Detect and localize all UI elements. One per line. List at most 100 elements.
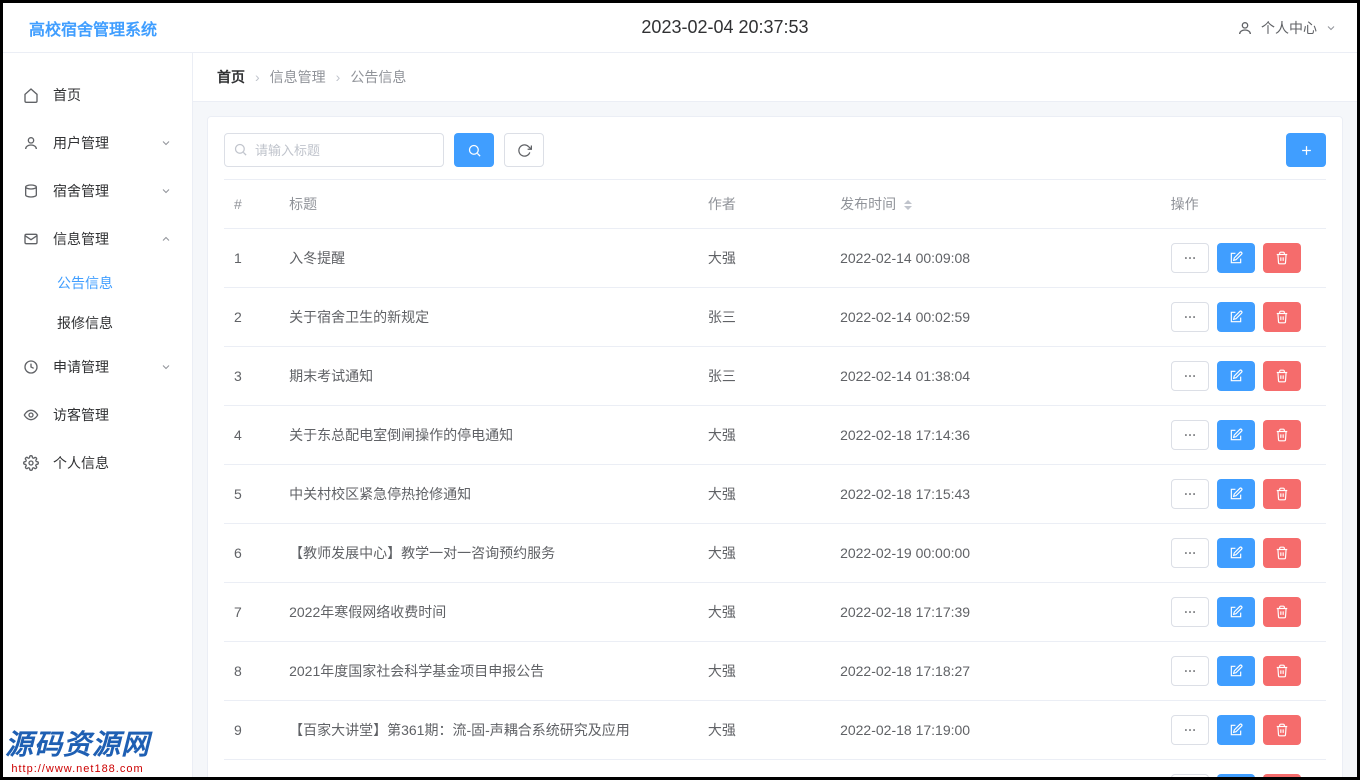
row-delete-button[interactable] (1263, 361, 1301, 391)
edit-icon (1229, 723, 1243, 737)
cell-title: 【教师发展中心】【课程思政】课程思政三问 (279, 760, 698, 780)
cell-title: 2021年度国家社会科学基金项目申报公告 (279, 642, 698, 701)
cell-actions (1161, 229, 1326, 288)
row-edit-button[interactable] (1217, 361, 1255, 391)
menu-info-mgmt-label: 信息管理 (53, 229, 109, 249)
row-edit-button[interactable] (1217, 715, 1255, 745)
plus-icon (1299, 143, 1314, 158)
menu-home[interactable]: 首页 (3, 71, 192, 119)
row-delete-button[interactable] (1263, 479, 1301, 509)
row-delete-button[interactable] (1263, 715, 1301, 745)
announcement-table: # 标题 作者 发布时间 操作 1入冬提醒大强2022-02-14 00:09:… (224, 179, 1326, 780)
row-more-button[interactable] (1171, 656, 1209, 686)
dorm-icon (23, 183, 39, 199)
cell-actions (1161, 465, 1326, 524)
header-datetime: 2023-02-04 20:37:53 (213, 17, 1237, 38)
menu-dorm-mgmt[interactable]: 宿舍管理 (3, 167, 192, 215)
row-more-button[interactable] (1171, 361, 1209, 391)
header-bar: 高校宿舍管理系统 2023-02-04 20:37:53 个人中心 (3, 3, 1357, 53)
submenu-repair[interactable]: 报修信息 (3, 303, 192, 343)
row-edit-button[interactable] (1217, 302, 1255, 332)
brand-title: 高校宿舍管理系统 (23, 16, 213, 40)
edit-icon (1229, 605, 1243, 619)
row-more-button[interactable] (1171, 243, 1209, 273)
cell-actions (1161, 406, 1326, 465)
search-input[interactable] (224, 133, 444, 167)
th-action: 操作 (1161, 180, 1326, 229)
chevron-down-icon (160, 137, 172, 149)
refresh-button[interactable] (504, 133, 544, 167)
menu-apply-mgmt[interactable]: 申请管理 (3, 343, 192, 391)
cell-title: 关于宿舍卫生的新规定 (279, 288, 698, 347)
th-index: # (224, 180, 279, 229)
cell-title: 【百家大讲堂】第361期：流-固-声耦合系统研究及应用 (279, 701, 698, 760)
cell-index: 1 (224, 229, 279, 288)
edit-icon (1229, 428, 1243, 442)
user-mgmt-icon (23, 135, 39, 151)
cell-title: 期末考试通知 (279, 347, 698, 406)
edit-icon (1229, 546, 1243, 560)
row-more-button[interactable] (1171, 715, 1209, 745)
row-edit-button[interactable] (1217, 774, 1255, 780)
breadcrumb: 首页 › 信息管理 › 公告信息 (193, 53, 1357, 102)
user-menu[interactable]: 个人中心 (1237, 18, 1337, 38)
trash-icon (1275, 664, 1289, 678)
cell-time: 2022-02-19 00:00:00 (830, 524, 1161, 583)
cell-actions (1161, 288, 1326, 347)
row-edit-button[interactable] (1217, 479, 1255, 509)
menu-profile[interactable]: 个人信息 (3, 439, 192, 487)
submenu-announcement[interactable]: 公告信息 (3, 263, 192, 303)
trash-icon (1275, 310, 1289, 324)
row-delete-button[interactable] (1263, 302, 1301, 332)
content-panel: # 标题 作者 发布时间 操作 1入冬提醒大强2022-02-14 00:09:… (207, 116, 1343, 780)
gear-icon (23, 455, 39, 471)
trash-icon (1275, 546, 1289, 560)
cell-time: 2022-02-18 17:19:00 (830, 701, 1161, 760)
sidebar: 首页 用户管理 宿舍管理 信息管理 (3, 53, 193, 777)
cell-title: 2022年寒假网络收费时间 (279, 583, 698, 642)
search-button[interactable] (454, 133, 494, 167)
cell-time: 2022-02-18 17:18:27 (830, 642, 1161, 701)
more-icon (1183, 428, 1197, 442)
row-more-button[interactable] (1171, 774, 1209, 780)
row-more-button[interactable] (1171, 420, 1209, 450)
row-edit-button[interactable] (1217, 597, 1255, 627)
row-edit-button[interactable] (1217, 538, 1255, 568)
breadcrumb-sep: › (255, 69, 260, 85)
menu-visitor-mgmt[interactable]: 访客管理 (3, 391, 192, 439)
refresh-icon (517, 143, 532, 158)
row-delete-button[interactable] (1263, 420, 1301, 450)
cell-time: 2022-02-18 17:19:21 (830, 760, 1161, 780)
table-row: 4关于东总配电室倒闸操作的停电通知大强2022-02-18 17:14:36 (224, 406, 1326, 465)
cell-author: 大强 (698, 760, 830, 780)
row-delete-button[interactable] (1263, 774, 1301, 780)
row-edit-button[interactable] (1217, 243, 1255, 273)
row-delete-button[interactable] (1263, 597, 1301, 627)
cell-title: 入冬提醒 (279, 229, 698, 288)
row-edit-button[interactable] (1217, 656, 1255, 686)
breadcrumb-info[interactable]: 信息管理 (270, 67, 326, 87)
trash-icon (1275, 605, 1289, 619)
row-delete-button[interactable] (1263, 656, 1301, 686)
row-more-button[interactable] (1171, 302, 1209, 332)
table-row: 72022年寒假网络收费时间大强2022-02-18 17:17:39 (224, 583, 1326, 642)
th-title: 标题 (279, 180, 698, 229)
cell-index: 9 (224, 701, 279, 760)
th-publish[interactable]: 发布时间 (830, 180, 1161, 229)
row-more-button[interactable] (1171, 538, 1209, 568)
row-edit-button[interactable] (1217, 420, 1255, 450)
user-menu-label: 个人中心 (1261, 18, 1317, 38)
row-delete-button[interactable] (1263, 538, 1301, 568)
more-icon (1183, 369, 1197, 383)
table-row: 10【教师发展中心】【课程思政】课程思政三问大强2022-02-18 17:19… (224, 760, 1326, 780)
add-button[interactable] (1286, 133, 1326, 167)
search-input-wrap (224, 133, 444, 167)
row-more-button[interactable] (1171, 479, 1209, 509)
sort-icon[interactable] (904, 200, 912, 210)
menu-user-mgmt[interactable]: 用户管理 (3, 119, 192, 167)
row-more-button[interactable] (1171, 597, 1209, 627)
row-delete-button[interactable] (1263, 243, 1301, 273)
cell-time: 2022-02-14 01:38:04 (830, 347, 1161, 406)
menu-info-mgmt[interactable]: 信息管理 (3, 215, 192, 263)
breadcrumb-home[interactable]: 首页 (217, 67, 245, 87)
